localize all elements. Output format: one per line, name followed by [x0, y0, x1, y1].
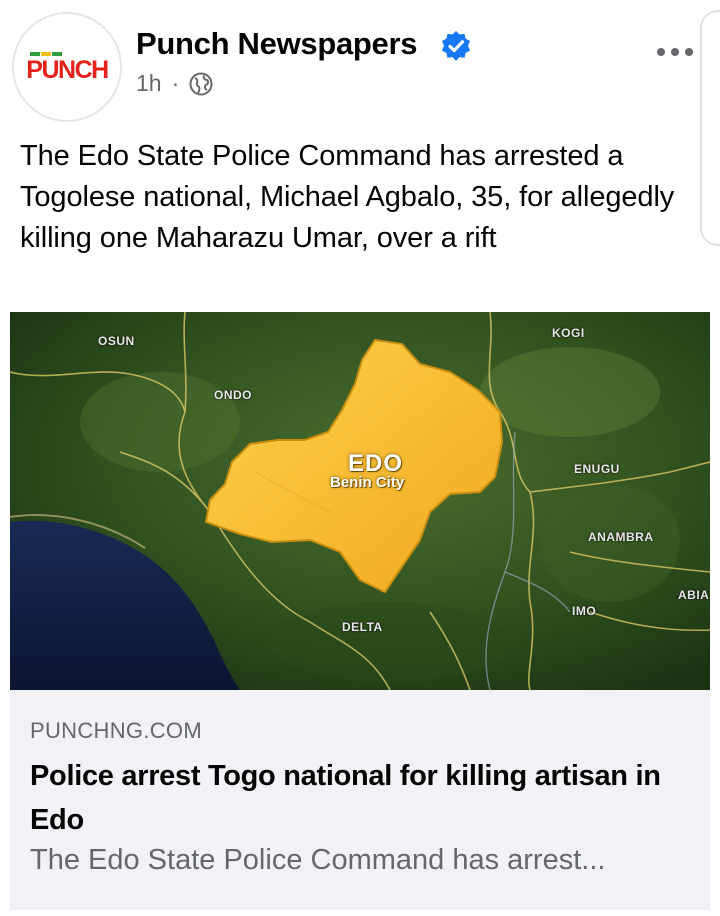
link-headline[interactable]: Police arrest Togo national for killing …	[30, 754, 690, 842]
map-label-enugu: ENUGU	[574, 462, 620, 476]
link-preview[interactable]: PUNCHNG.COM Police arrest Togo national …	[10, 690, 710, 910]
post-time[interactable]: 1h	[136, 70, 162, 97]
map-label-kogi: KOGI	[552, 326, 585, 340]
page-name[interactable]: Punch Newspapers	[136, 26, 417, 62]
post-meta: 1h ·	[136, 70, 213, 97]
map-label-ondo: ONDO	[214, 388, 252, 402]
punch-logo: PUNCH	[26, 52, 110, 84]
link-description: The Edo State Police Command has arrest.…	[30, 844, 606, 876]
more-options-icon[interactable]	[655, 40, 695, 64]
map-label-imo: IMO	[572, 604, 597, 618]
map-label-benin-city: Benin City	[330, 474, 405, 491]
post-caption: The Edo State Police Command has arreste…	[20, 140, 675, 254]
verified-badge-icon	[442, 31, 470, 61]
post-header: PUNCH Punch Newspapers 1h ·	[0, 0, 720, 246]
map-label-anambra: ANAMBRA	[588, 530, 654, 544]
meta-separator: ·	[171, 70, 180, 96]
adjacent-card-edge	[700, 10, 720, 246]
post-image[interactable]: OSUN ONDO KOGI ENUGU ANAMBRA ABIA IMO DE…	[10, 312, 710, 690]
link-domain: PUNCHNG.COM	[30, 718, 202, 743]
logo-text: PUNCH	[26, 56, 108, 84]
globe-icon	[189, 72, 213, 95]
map-label-delta: DELTA	[342, 620, 383, 634]
page-avatar[interactable]: PUNCH	[12, 12, 122, 122]
map-label-abia: ABIA	[678, 588, 710, 602]
map-label-osun: OSUN	[98, 334, 135, 348]
